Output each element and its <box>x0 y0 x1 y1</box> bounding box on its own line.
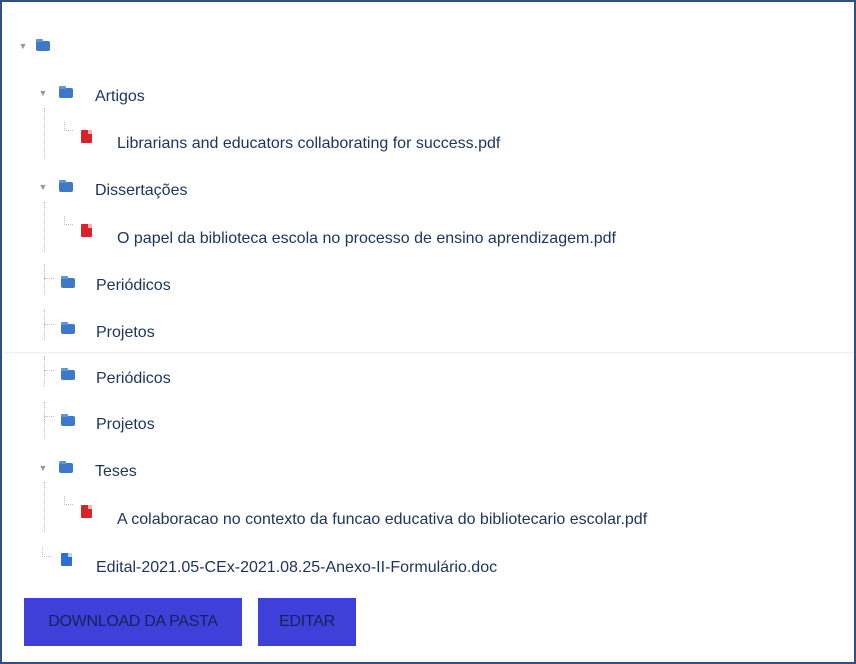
folder-icon <box>61 368 75 380</box>
folder-dissertacoes[interactable]: Dissertações <box>95 182 187 200</box>
expand-caret-icon[interactable]: ▼ <box>38 464 48 473</box>
tree-elbow <box>64 496 73 505</box>
tree-guide-line <box>44 108 45 158</box>
tree-guide-line <box>44 310 45 340</box>
folder-periodicos-2[interactable]: Periódicos <box>96 370 171 388</box>
folder-icon <box>59 461 73 473</box>
folder-icon <box>59 180 73 192</box>
tree-guide-line <box>44 278 54 279</box>
pdf-icon <box>81 130 92 143</box>
tree-guide-line <box>44 202 45 252</box>
file-o-papel-pdf[interactable]: O papel da biblioteca escola no processo… <box>117 230 616 248</box>
folder-icon <box>61 276 75 288</box>
folder-projetos-2[interactable]: Projetos <box>96 416 155 434</box>
tree-guide-line <box>44 264 45 294</box>
tree-guide-line <box>44 402 45 438</box>
doc-icon <box>61 553 72 566</box>
edit-button[interactable]: EDITAR <box>258 598 356 646</box>
pdf-icon <box>81 505 92 518</box>
file-edital-doc[interactable]: Edital-2021.05-CEx-2021.08.25-Anexo-II-F… <box>96 559 497 577</box>
tree-guide-line <box>44 356 45 386</box>
file-librarians-pdf[interactable]: Librarians and educators collaborating f… <box>117 135 500 153</box>
tree-elbow <box>42 548 51 557</box>
expand-caret-icon[interactable]: ▼ <box>18 42 28 51</box>
file-a-colaboracao-pdf[interactable]: A colaboracao no contexto da funcao educ… <box>117 511 647 529</box>
root-folder-icon[interactable] <box>36 39 50 51</box>
expand-caret-icon[interactable]: ▼ <box>38 183 48 192</box>
tree-guide-line <box>44 416 54 417</box>
download-folder-button[interactable]: DOWNLOAD DA PASTA <box>24 598 242 646</box>
folder-tree-panel: ▼ ▼ Artigos Librarians and educators col… <box>0 0 856 664</box>
folder-projetos[interactable]: Projetos <box>96 324 155 342</box>
folder-icon <box>59 86 73 98</box>
tree-elbow <box>64 122 73 131</box>
folder-artigos[interactable]: Artigos <box>95 88 145 106</box>
tree-guide-line <box>44 370 54 371</box>
divider <box>4 352 854 353</box>
folder-teses[interactable]: Teses <box>95 463 137 481</box>
folder-periodicos[interactable]: Periódicos <box>96 277 171 295</box>
tree-guide-line <box>44 324 54 325</box>
pdf-icon <box>81 224 92 237</box>
expand-caret-icon[interactable]: ▼ <box>38 89 48 98</box>
folder-icon <box>61 414 75 426</box>
folder-icon <box>61 322 75 334</box>
tree-elbow <box>64 216 73 225</box>
tree-guide-line <box>44 482 45 532</box>
